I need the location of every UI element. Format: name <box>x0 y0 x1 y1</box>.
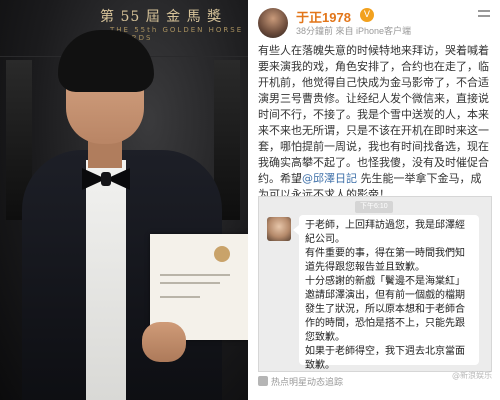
hand <box>142 322 186 362</box>
hot-topic-icon <box>258 376 268 386</box>
hot-topic-footer[interactable]: 热点明星动态追踪 <box>258 376 343 390</box>
chat-paragraph: 于老師，上回拜訪過您，我是邱澤經紀公司。 <box>305 220 465 245</box>
awards-banner-title: 第 55 屆 金 馬 獎 <box>100 9 223 25</box>
certificate-text-line <box>160 282 220 284</box>
certificate-text-line <box>160 296 200 298</box>
chat-paragraph: 十分感謝的新戲「鬢邊不是海棠紅」邀請邱澤演出，但有前一個戲的檔期發生了狀況，所以… <box>305 276 465 343</box>
post-text: 有些人在落魄失意的时候特地来拜访，哭着喊着要来演我的戏，角色安排了，合约也在走了… <box>258 44 489 185</box>
mention-link[interactable]: @邱澤日記 <box>302 172 357 185</box>
chat-paragraph: 如果于老師得空，我下週去北京當面致歉。 <box>305 346 465 371</box>
hot-topic-label: 热点明星动态追踪 <box>271 378 344 388</box>
sender-avatar <box>267 217 291 241</box>
more-options-icon[interactable] <box>476 10 492 20</box>
chat-screenshot: 下午6:10 于老師，上回拜訪過您，我是邱澤經紀公司。 有件重要的事，得在第一時… <box>258 196 492 372</box>
certificate-text-line <box>160 274 230 276</box>
composite-image: 第 55 屆 金 馬 獎 THE 55th GOLDEN HORSE AWARD… <box>0 0 500 400</box>
white-shirt <box>86 160 126 400</box>
author-avatar[interactable] <box>258 8 288 38</box>
watermark: @新浪娱乐 <box>452 371 492 380</box>
post-meta: 38分鐘前 來自 iPhone客户端 <box>296 26 412 36</box>
chat-bubble: 于老師，上回拜訪過您，我是邱澤經紀公司。 有件重要的事，得在第一時間我們知道先得… <box>299 215 479 371</box>
verified-badge-icon: V <box>360 8 374 22</box>
chat-timestamp: 下午6:10 <box>355 201 393 213</box>
chat-paragraph: 有件重要的事，得在第一時間我們知道先得跟您報告並且致歉。 <box>305 248 465 273</box>
post-body: 有些人在落魄失意的时候特地来拜访，哭着喊着要来演我的戏，角色安排了，合约也在走了… <box>258 43 490 203</box>
certificate-seal <box>214 246 230 262</box>
bowtie-knot <box>101 172 111 186</box>
weibo-post: 于正1978 V 38分鐘前 來自 iPhone客户端 有些人在落魄失意的时候特… <box>248 0 500 400</box>
actor-photo: 第 55 屆 金 馬 獎 THE 55th GOLDEN HORSE AWARD… <box>0 0 248 400</box>
